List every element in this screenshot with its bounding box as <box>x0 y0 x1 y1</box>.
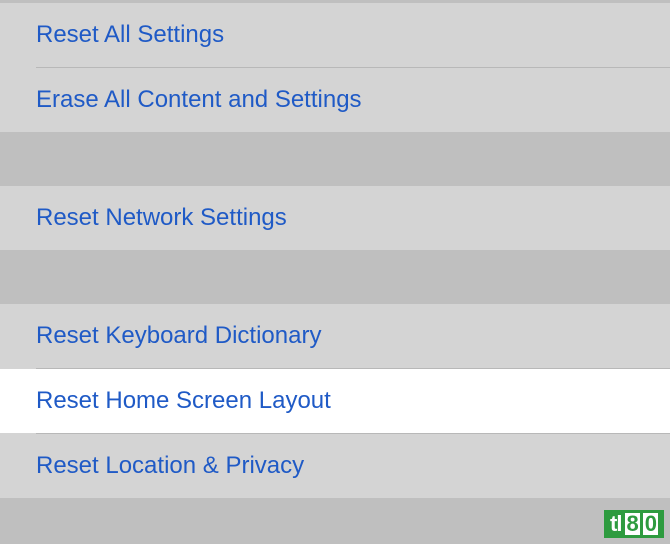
watermark-digit-1: 8 <box>625 513 640 535</box>
settings-group-2: Reset Network Settings <box>0 186 670 250</box>
settings-group-1: Reset All Settings Erase All Content and… <box>0 3 670 132</box>
row-label: Reset Keyboard Dictionary <box>36 322 321 349</box>
watermark-digit-2: 0 <box>643 513 658 535</box>
reset-keyboard-dictionary-row[interactable]: Reset Keyboard Dictionary <box>0 304 670 368</box>
row-label: Reset Network Settings <box>36 204 287 231</box>
row-label: Reset Location & Privacy <box>36 452 304 479</box>
watermark-badge: tl80 <box>604 510 664 538</box>
settings-group-3: Reset Keyboard Dictionary Reset Home Scr… <box>0 304 670 498</box>
erase-all-content-row[interactable]: Erase All Content and Settings <box>0 68 670 132</box>
row-label: Reset All Settings <box>36 21 224 48</box>
reset-all-settings-row[interactable]: Reset All Settings <box>0 3 670 67</box>
row-label: Reset Home Screen Layout <box>36 387 331 414</box>
reset-network-settings-row[interactable]: Reset Network Settings <box>0 186 670 250</box>
group-spacer <box>0 132 670 186</box>
reset-location-privacy-row[interactable]: Reset Location & Privacy <box>0 434 670 498</box>
watermark-prefix: tl <box>610 513 621 535</box>
row-label: Erase All Content and Settings <box>36 86 362 113</box>
group-spacer <box>0 250 670 304</box>
reset-home-screen-layout-row[interactable]: Reset Home Screen Layout <box>0 369 670 433</box>
